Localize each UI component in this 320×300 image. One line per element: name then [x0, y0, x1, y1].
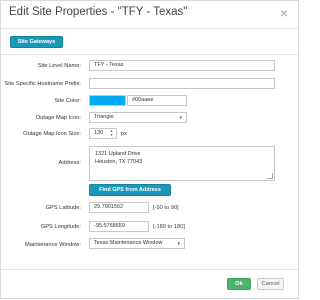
resize-handle-icon[interactable]	[267, 173, 273, 179]
maintenance-window-select[interactable]: Texas Maintenance Window ▾	[89, 238, 185, 249]
maintenance-window-value: Texas Maintenance Window	[94, 240, 163, 246]
site-color-input[interactable]: #00aaee	[127, 95, 187, 106]
outage-map-icon-size-label: Outage Map Icon Size:	[23, 131, 81, 137]
section-divider	[1, 54, 298, 55]
hostname-prefix-label: Site Specific Hostname Prefix:	[4, 81, 82, 87]
maintenance-window-label: Maintenance Window:	[25, 242, 81, 248]
site-color-label: Site Color:	[54, 98, 81, 104]
address-line-1: 1321 Upland Drive	[95, 151, 141, 157]
cancel-button[interactable]: Cancel	[257, 278, 284, 290]
site-gateways-button[interactable]: Site Gateways	[10, 36, 63, 48]
outage-map-icon-value: Triangle	[94, 114, 114, 120]
outage-map-icon-select[interactable]: Triangle ▾	[89, 112, 187, 123]
title-divider	[1, 28, 298, 29]
chevron-down-icon: ▾	[179, 115, 182, 121]
gps-latitude-input[interactable]: 29.7901562	[89, 202, 149, 213]
close-icon[interactable]: ×	[278, 6, 290, 20]
dialog-title-bar: Edit Site Properties - "TFY - Texas" ×	[1, 1, 298, 27]
address-textarea[interactable]: 1321 Upland Drive Houston, TX 77043	[89, 146, 275, 181]
footer-divider	[1, 269, 298, 270]
gps-latitude-range: [-90 to 90]	[153, 205, 179, 211]
site-level-name-label: Site Level Name:	[37, 63, 81, 69]
address-line-2: Houston, TX 77043	[95, 159, 143, 165]
icon-size-unit: px	[121, 131, 128, 137]
address-label: Address:	[58, 160, 81, 166]
gps-latitude-label: GPS Latitude:	[45, 205, 81, 211]
edit-site-dialog: Edit Site Properties - "TFY - Texas" × S…	[0, 0, 299, 299]
gps-longitude-range: [-180 to 180]	[153, 224, 185, 230]
find-gps-button[interactable]: Find GPS from Address	[89, 184, 171, 196]
ok-button[interactable]: Ok	[227, 278, 251, 290]
outage-map-icon-label: Outage Map Icon:	[35, 115, 81, 121]
dialog-title: Edit Site Properties - "TFY - Texas"	[9, 6, 188, 18]
site-color-swatch[interactable]	[89, 95, 126, 106]
spinner-arrows-icon[interactable]: ▲ ▼	[109, 129, 114, 137]
gps-longitude-label: GPS Longitude:	[40, 224, 81, 230]
icon-size-value: 130	[94, 130, 104, 136]
hostname-prefix-input[interactable]	[89, 78, 275, 89]
chevron-down-icon: ▾	[177, 241, 180, 247]
icon-size-stepper[interactable]: 130 ▲ ▼	[89, 128, 117, 139]
gps-longitude-input[interactable]: -95.5768659	[89, 221, 149, 232]
site-level-name-input[interactable]: TFY - Texas	[89, 60, 275, 71]
